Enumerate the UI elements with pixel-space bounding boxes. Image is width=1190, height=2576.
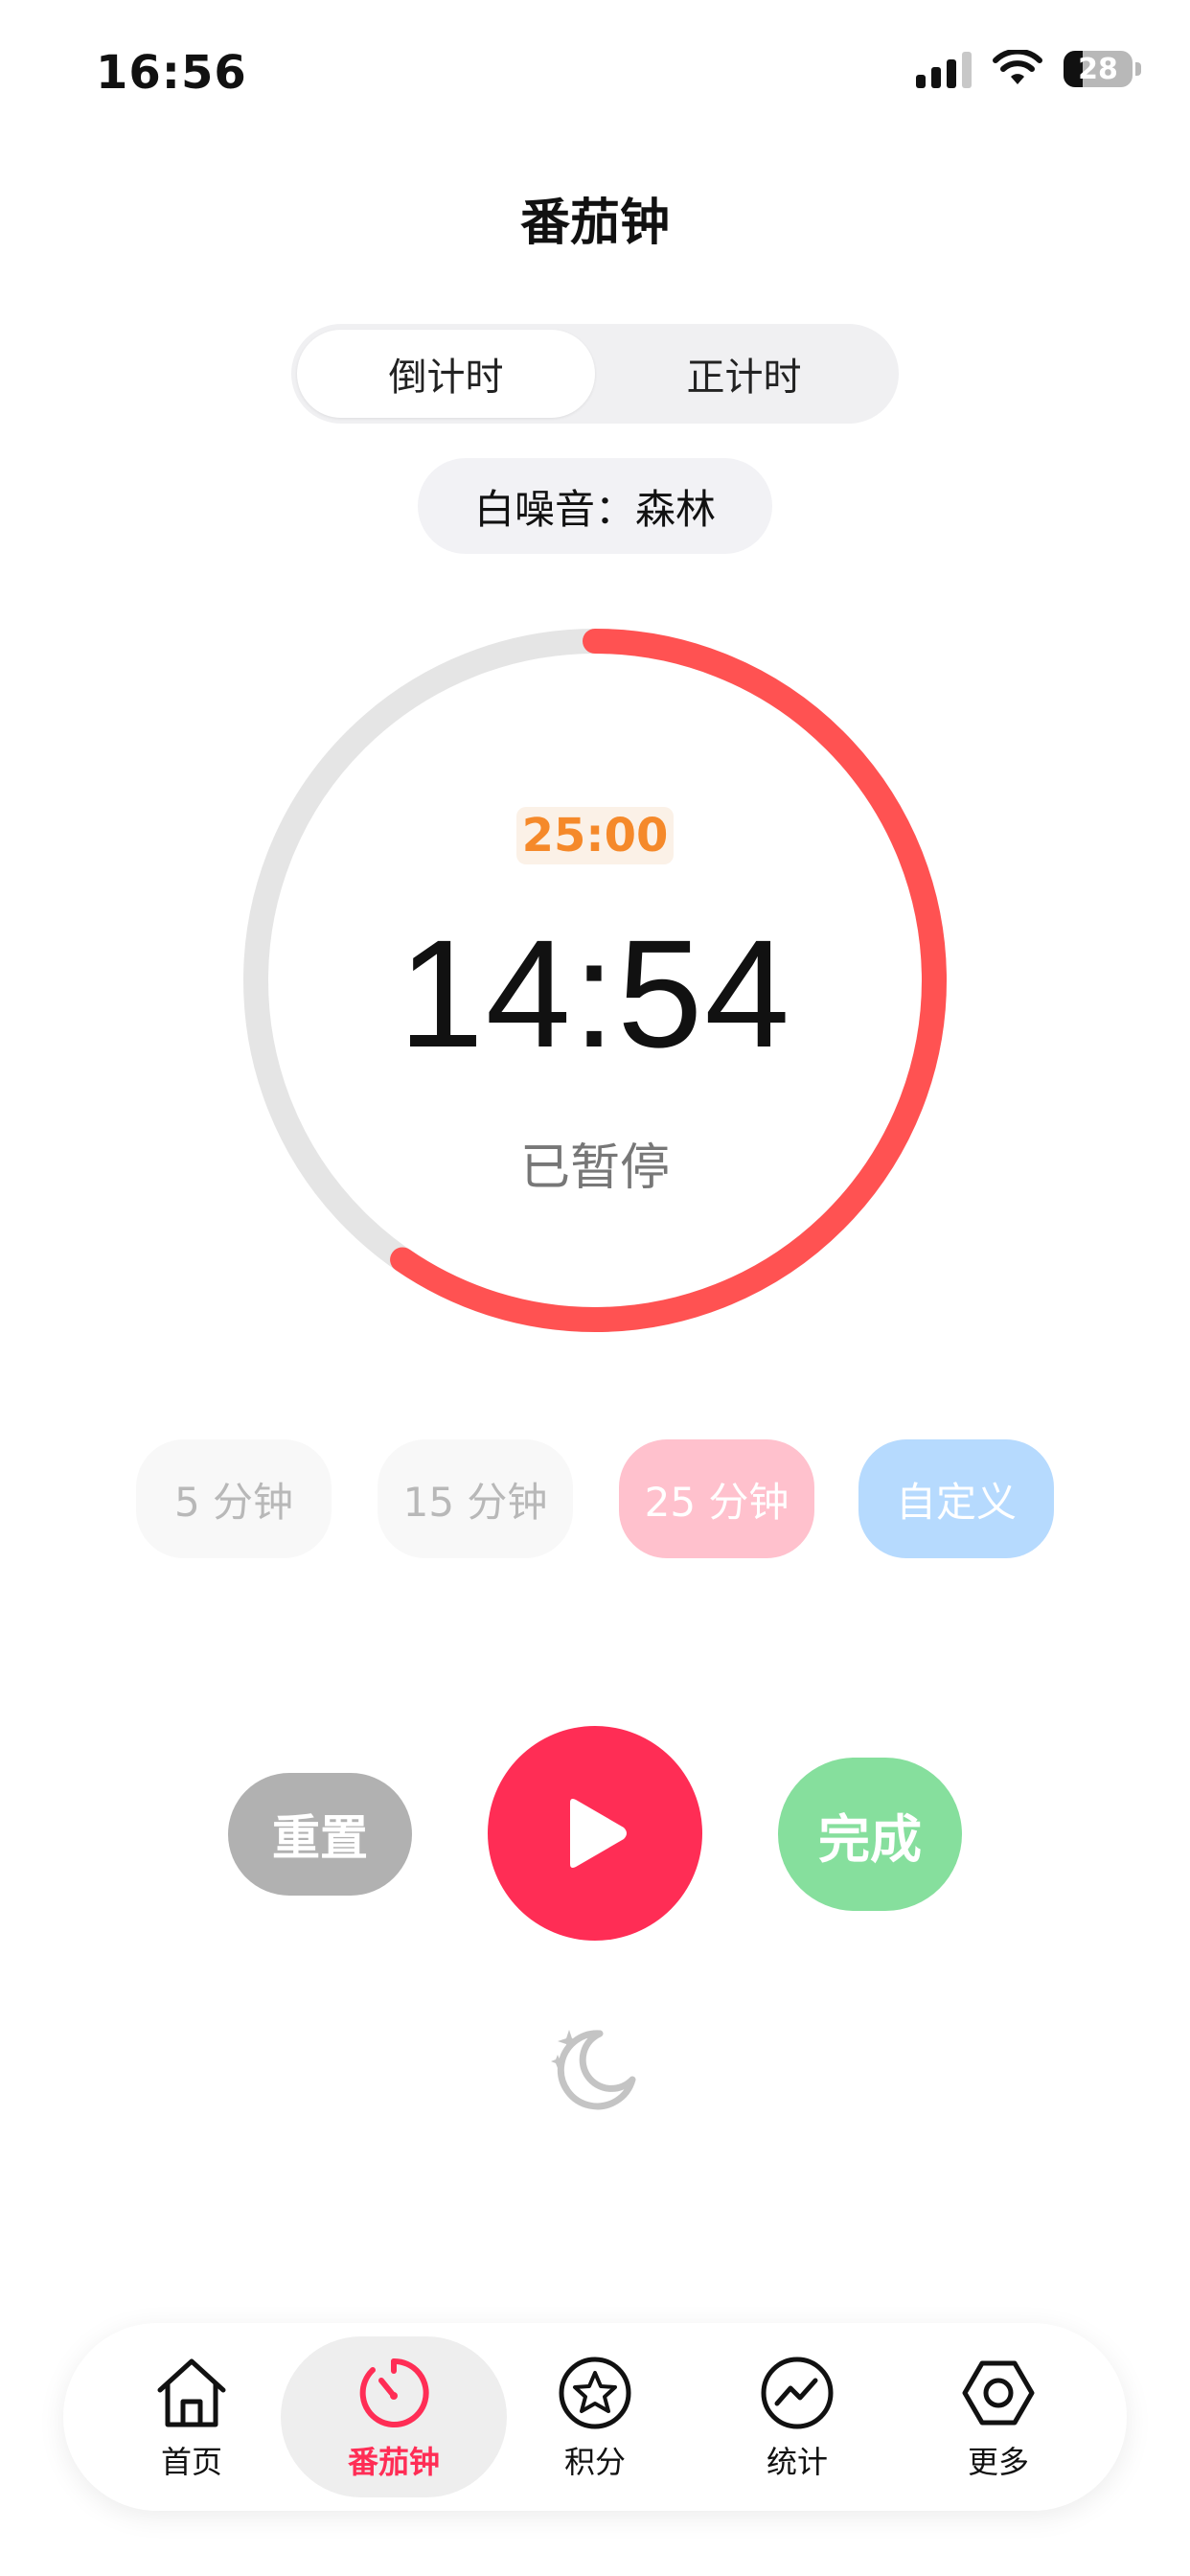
preset-15-min-button[interactable]: 15 分钟	[378, 1439, 573, 1558]
tab-home-label: 首页	[160, 2444, 222, 2480]
home-icon	[157, 2358, 226, 2427]
preset-custom-button[interactable]: 自定义	[858, 1439, 1054, 1558]
white-noise-button[interactable]: 白噪音：森林	[418, 458, 772, 554]
tab-more-label: 更多	[967, 2444, 1029, 2480]
status-time: 16:56	[96, 46, 247, 100]
tab-pomodoro[interactable]: 番茄钟	[281, 2336, 507, 2497]
battery-level: 28	[1078, 52, 1118, 86]
stats-icon	[761, 2357, 834, 2429]
moon-stars-icon[interactable]	[546, 2020, 642, 2116]
done-button[interactable]: 完成	[778, 1758, 962, 1911]
tab-stats[interactable]: 统计	[684, 2336, 910, 2497]
tab-more[interactable]: 更多	[885, 2336, 1111, 2497]
signal-icon	[916, 50, 972, 88]
preset-25-min-button[interactable]: 25 分钟	[619, 1439, 814, 1558]
status-icons: 28	[916, 50, 1141, 88]
battery-icon: 28	[1064, 51, 1141, 87]
tab-pomodoro-label: 番茄钟	[347, 2444, 440, 2480]
timer-icon	[359, 2358, 429, 2427]
target-duration: 25:00	[0, 807, 1190, 864]
timer-state: 已暂停	[519, 1139, 670, 1197]
tab-stats-label: 统计	[766, 2444, 828, 2480]
tab-home[interactable]: 首页	[79, 2336, 305, 2497]
hexagon-icon	[962, 2360, 1035, 2426]
tab-points-label: 积分	[563, 2444, 626, 2480]
tab-points[interactable]: 积分	[482, 2336, 708, 2497]
star-circle-icon	[559, 2357, 631, 2429]
page-title: 番茄钟	[519, 195, 670, 252]
reset-button[interactable]: 重置	[228, 1773, 412, 1896]
remaining-time: 14:54	[398, 908, 792, 1079]
pomodoro-screen: 16:56 28 番茄钟 倒计时 正计时 白噪音：森林 25:00 14:54 …	[0, 0, 1190, 2576]
wifi-icon	[993, 50, 1042, 84]
mode-countup-tab[interactable]: 正计时	[595, 330, 893, 418]
bottom-tab-bar: 首页 番茄钟 积分 统计 更多	[63, 2323, 1127, 2511]
target-duration-text: 25:00	[515, 807, 675, 864]
timer-mode-switch: 倒计时 正计时	[291, 324, 899, 424]
mode-countdown-tab[interactable]: 倒计时	[297, 330, 595, 418]
play-icon	[570, 1799, 627, 1868]
play-button[interactable]	[488, 1726, 702, 1941]
preset-5-min-button[interactable]: 5 分钟	[136, 1439, 332, 1558]
